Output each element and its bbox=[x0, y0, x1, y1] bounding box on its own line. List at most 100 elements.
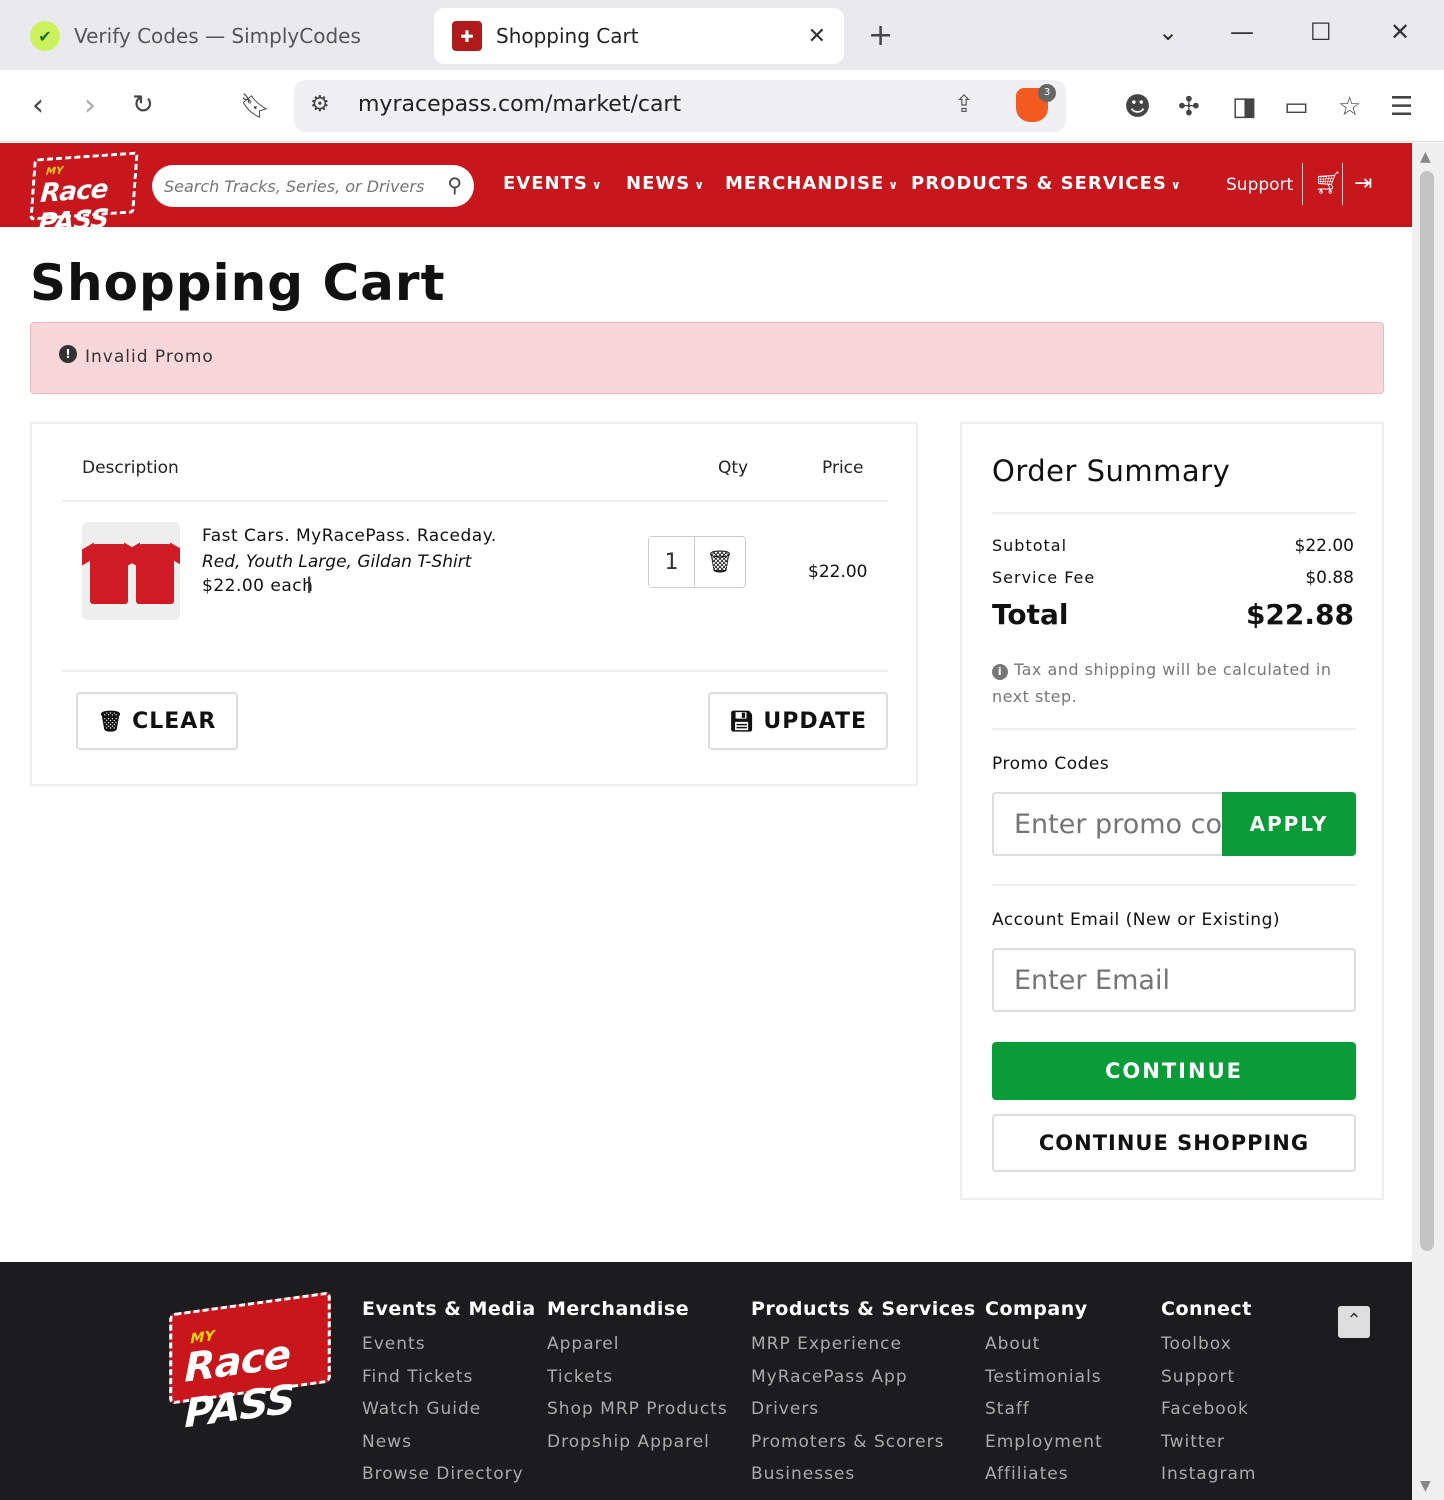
footer-column-events-media: Events & Media Events Find Tickets Watch… bbox=[362, 1298, 536, 1491]
footer-link[interactable]: Twitter bbox=[1161, 1426, 1257, 1459]
minimize-icon[interactable]: — bbox=[1230, 18, 1254, 46]
footer-link[interactable]: Affiliates bbox=[985, 1458, 1103, 1491]
exclamation-circle-icon: ! bbox=[59, 345, 77, 363]
apply-button[interactable]: APPLY bbox=[1222, 792, 1356, 856]
leo-ai-icon[interactable]: ☻ bbox=[1124, 92, 1151, 122]
update-button[interactable]: 💾︎ UPDATE bbox=[708, 692, 888, 750]
promo-code-input[interactable] bbox=[992, 792, 1224, 856]
trash-icon[interactable]: 🗑︎ bbox=[695, 537, 745, 587]
save-icon: 💾︎ bbox=[729, 709, 756, 733]
scroll-up-icon[interactable]: ▲ bbox=[1420, 149, 1431, 165]
cart-icon[interactable]: 🛒︎ bbox=[1314, 171, 1342, 196]
footer-link[interactable]: Shop MRP Products bbox=[547, 1393, 728, 1426]
menu-icon[interactable]: ☰ bbox=[1390, 92, 1413, 122]
nav-events[interactable]: EVENTS ∨ bbox=[503, 173, 603, 194]
address-bar[interactable]: ⚙ myracepass.com/market/cart ⇪ 3 bbox=[294, 80, 1066, 132]
close-window-icon[interactable]: ✕ bbox=[1390, 18, 1410, 46]
search-icon[interactable]: ⚲ bbox=[447, 173, 462, 197]
divider bbox=[992, 512, 1356, 514]
continue-shopping-button[interactable]: CONTINUE SHOPPING bbox=[992, 1114, 1356, 1172]
nav-products-services[interactable]: PRODUCTS & SERVICES ∨ bbox=[911, 173, 1182, 194]
footer-link[interactable]: Find Tickets bbox=[362, 1361, 536, 1394]
extensions-icon[interactable]: ✣ bbox=[1178, 92, 1200, 122]
description-header: Description bbox=[82, 458, 179, 478]
product-variant: Red, Youth Large, Gildan T-Shirt bbox=[202, 552, 472, 572]
maximize-icon[interactable]: ☐ bbox=[1310, 18, 1332, 46]
footer-link[interactable]: Businesses bbox=[751, 1458, 976, 1491]
footer-column-title: Company bbox=[985, 1298, 1088, 1320]
scroll-thumb[interactable] bbox=[1420, 171, 1434, 1251]
sidebar-icon[interactable]: ◨ bbox=[1232, 92, 1257, 122]
forward-icon[interactable]: › bbox=[84, 88, 96, 123]
quantity-input[interactable] bbox=[649, 537, 695, 587]
unit-price: $22.00 each bbox=[202, 576, 314, 596]
footer-logo[interactable]: MY Race PASS bbox=[169, 1291, 331, 1437]
footer-link[interactable]: Promoters & Scorers bbox=[751, 1426, 976, 1459]
divider bbox=[992, 884, 1356, 886]
footer-link[interactable]: Staff bbox=[985, 1393, 1103, 1426]
footer-link[interactable]: Employment bbox=[985, 1426, 1103, 1459]
cart-panel: Description Qty Price Fast Cars. MyRaceP… bbox=[30, 422, 918, 786]
site-settings-icon[interactable]: ⚙ bbox=[310, 92, 330, 117]
footer-link[interactable]: Apparel bbox=[547, 1328, 728, 1361]
share-icon[interactable]: ⇪ bbox=[954, 90, 974, 118]
wallet-icon[interactable]: ▭ bbox=[1284, 92, 1309, 122]
alert-message: Invalid Promo bbox=[85, 347, 214, 367]
footer-link[interactable]: Facebook bbox=[1161, 1393, 1257, 1426]
product-thumbnail[interactable] bbox=[82, 522, 180, 620]
support-link[interactable]: Support bbox=[1226, 175, 1293, 195]
footer-link[interactable]: About bbox=[985, 1328, 1103, 1361]
header-divider bbox=[1302, 163, 1303, 205]
footer-link[interactable]: Watch Guide bbox=[362, 1393, 536, 1426]
rewards-icon[interactable]: ☆ bbox=[1338, 92, 1361, 122]
continue-button[interactable]: CONTINUE bbox=[992, 1042, 1356, 1100]
clear-button[interactable]: 🗑︎ CLEAR bbox=[76, 692, 238, 750]
scroll-down-icon[interactable]: ▼ bbox=[1420, 1478, 1431, 1494]
nav-merchandise[interactable]: MERCHANDISE ∨ bbox=[725, 173, 899, 194]
sign-in-icon[interactable]: ⇥ bbox=[1354, 171, 1372, 196]
footer-link[interactable]: Support bbox=[1161, 1361, 1257, 1394]
tab-list-chevron-icon[interactable]: ⌄ bbox=[1158, 18, 1178, 46]
site-search: ⚲ bbox=[152, 165, 474, 207]
quantity-control: 🗑︎ bbox=[648, 536, 746, 588]
tab-verify-codes[interactable]: ✔ Verify Codes — SimplyCodes bbox=[30, 8, 410, 64]
back-to-top-icon[interactable]: ⌃ bbox=[1338, 1306, 1370, 1338]
total-value: $22.88 bbox=[1245, 598, 1354, 631]
footer-link[interactable]: Browse Directory bbox=[362, 1458, 536, 1491]
footer-link[interactable]: Toolbox bbox=[1161, 1328, 1257, 1361]
divider bbox=[62, 670, 888, 672]
email-field[interactable] bbox=[992, 948, 1356, 1012]
footer-link[interactable]: Drivers bbox=[751, 1393, 976, 1426]
url-text[interactable]: myracepass.com/market/cart bbox=[358, 92, 681, 117]
trash-icon: 🗑︎ bbox=[97, 709, 125, 733]
product-name[interactable]: Fast Cars. MyRacePass. Raceday. bbox=[202, 526, 497, 546]
back-icon[interactable]: ‹ bbox=[32, 88, 44, 123]
page-title: Shopping Cart bbox=[30, 254, 446, 312]
nav-merchandise-label: MERCHANDISE bbox=[725, 173, 885, 194]
nav-events-label: EVENTS bbox=[503, 173, 588, 194]
footer-link[interactable]: News bbox=[362, 1426, 536, 1459]
error-alert: ! Invalid Promo bbox=[30, 322, 1384, 394]
footer-link[interactable]: Tickets bbox=[547, 1361, 728, 1394]
qty-header: Qty bbox=[718, 458, 749, 478]
footer-link[interactable]: MRP Experience bbox=[751, 1328, 976, 1361]
tshirt-front-image bbox=[90, 544, 128, 604]
footer-link[interactable]: Testimonials bbox=[985, 1361, 1103, 1394]
bookmark-icon[interactable]: 🔖︎ bbox=[240, 92, 270, 120]
new-tab-icon[interactable]: + bbox=[868, 18, 893, 53]
nav-news[interactable]: NEWS ∨ bbox=[626, 173, 705, 194]
page-scrollbar[interactable]: ▲ ▼ bbox=[1412, 143, 1444, 1500]
line-price: $22.00 bbox=[808, 562, 868, 582]
chevron-down-icon: ∨ bbox=[888, 178, 899, 192]
site-search-input[interactable] bbox=[164, 173, 434, 199]
info-icon: i bbox=[992, 664, 1008, 680]
footer-link[interactable]: Dropship Apparel bbox=[547, 1426, 728, 1459]
close-tab-icon[interactable]: ✕ bbox=[808, 24, 826, 49]
footer-column-connect: Connect Toolbox Support Facebook Twitter… bbox=[1161, 1298, 1257, 1491]
myracepass-logo[interactable]: MY Race PASS bbox=[29, 151, 139, 239]
tab-shopping-cart[interactable]: ✚ Shopping Cart ✕ bbox=[434, 8, 844, 64]
footer-link[interactable]: MyRacePass App bbox=[751, 1361, 976, 1394]
footer-link[interactable]: Instagram bbox=[1161, 1458, 1257, 1491]
reload-icon[interactable]: ↻ bbox=[132, 90, 154, 120]
footer-link[interactable]: Events bbox=[362, 1328, 536, 1361]
